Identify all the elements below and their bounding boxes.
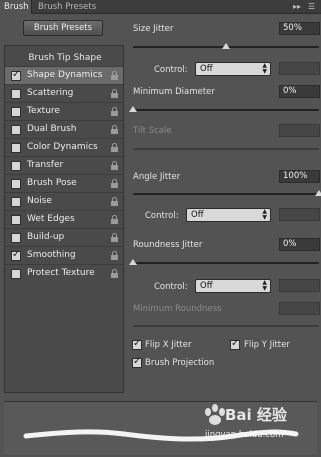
option-checkbox[interactable] [11, 107, 21, 117]
option-label: Shape Dynamics [27, 70, 103, 80]
option-label: Wet Edges [27, 214, 75, 224]
option-transfer[interactable]: Transfer [5, 156, 123, 174]
option-checkbox[interactable] [11, 197, 21, 207]
select-arrows-icon: ▲ ▼ [262, 62, 267, 75]
option-brush-pose[interactable]: Brush Pose [5, 174, 123, 192]
brush-options-list: Brush Tip Shape Shape Dynamics Scattering… [4, 45, 124, 393]
roundness-jitter-value[interactable]: 0% [279, 238, 320, 251]
control-select-1[interactable]: Off ▲ ▼ [195, 62, 271, 76]
option-label: Noise [27, 196, 52, 206]
lock-icon[interactable] [111, 197, 118, 206]
tilt-scale-slider-track [133, 148, 319, 150]
minimum-roundness-label: Minimum Roundness [133, 304, 222, 314]
control-2-empty-field [279, 208, 320, 221]
control-3-empty-field [279, 279, 320, 292]
minimum-diameter-value[interactable]: 0% [279, 85, 320, 98]
option-checkbox[interactable] [11, 89, 21, 99]
size-jitter-value[interactable]: 50% [279, 22, 320, 35]
roundness-jitter-label: Roundness Jitter [133, 240, 203, 250]
flip-y-jitter-checkbox[interactable] [230, 338, 240, 350]
flip-x-jitter-checkbox[interactable] [132, 338, 142, 350]
option-protect-texture[interactable]: Protect Texture [5, 264, 123, 282]
brush-tip-shape-item[interactable]: Brush Tip Shape [11, 50, 119, 66]
option-build-up[interactable]: Build-up [5, 228, 123, 246]
control-label-2: Control: [145, 211, 179, 221]
minimum-roundness-field [279, 302, 320, 315]
lock-icon[interactable] [111, 107, 118, 116]
lock-icon[interactable] [111, 233, 118, 242]
option-texture[interactable]: Texture [5, 102, 123, 120]
select-arrows-icon: ▲ ▼ [262, 279, 267, 292]
brush-presets-button[interactable]: Brush Presets [23, 20, 103, 36]
angle-jitter-value[interactable]: 100% [279, 170, 320, 183]
option-wet-edges[interactable]: Wet Edges [5, 210, 123, 228]
watermark-brand: Bai 经验 [225, 406, 287, 424]
option-label: Brush Pose [27, 178, 77, 188]
tab-brush[interactable]: Brush [0, 0, 32, 14]
option-checkbox[interactable] [11, 215, 21, 225]
control-select-2[interactable]: Off ▲ ▼ [186, 208, 271, 222]
control-label-1: Control: [154, 65, 188, 75]
lock-icon[interactable] [111, 161, 118, 170]
panel-tab-bar: Brush Brush Presets ▸▸ ☰ [0, 0, 321, 14]
flip-y-jitter-label: Flip Y Jitter [244, 340, 290, 350]
lock-icon[interactable] [111, 71, 118, 80]
option-checkbox[interactable] [11, 143, 21, 153]
option-color-dynamics[interactable]: Color Dynamics [5, 138, 123, 156]
brush-projection-checkbox[interactable] [132, 356, 142, 368]
control-label-3: Control: [154, 282, 188, 292]
option-checkbox[interactable] [11, 69, 21, 81]
panel-menu-icon[interactable]: ☰ [308, 0, 315, 14]
collapse-arrows-icon[interactable]: ▸▸ [293, 0, 301, 14]
lock-icon[interactable] [111, 251, 118, 260]
select-arrows-icon: ▲ ▼ [262, 208, 267, 221]
tilt-scale-label: Tilt Scale [133, 126, 172, 136]
minimum-diameter-slider-thumb[interactable] [129, 106, 137, 112]
roundness-jitter-slider-track[interactable] [133, 262, 319, 264]
lock-icon[interactable] [111, 89, 118, 98]
option-dual-brush[interactable]: Dual Brush [5, 120, 123, 138]
angle-jitter-slider-track[interactable] [133, 193, 319, 195]
option-smoothing[interactable]: Smoothing [5, 246, 123, 264]
brush-projection-label: Brush Projection [145, 358, 215, 368]
minimum-diameter-slider-track[interactable] [133, 109, 319, 111]
option-checkbox[interactable] [11, 269, 21, 279]
control-select-3[interactable]: Off ▲ ▼ [195, 279, 271, 293]
flip-x-jitter-label: Flip X Jitter [145, 340, 192, 350]
angle-jitter-label: Angle Jitter [133, 172, 181, 182]
angle-jitter-slider-thumb[interactable] [315, 190, 321, 196]
control-1-empty-field [279, 62, 320, 75]
option-label: Texture [27, 106, 60, 116]
option-label: Color Dynamics [27, 142, 98, 152]
lock-icon[interactable] [111, 179, 118, 188]
option-checkbox[interactable] [11, 161, 21, 171]
option-label: Smoothing [27, 250, 76, 260]
size-jitter-label: Size Jitter [133, 24, 174, 34]
option-label: Build-up [27, 232, 65, 242]
lock-icon[interactable] [111, 215, 118, 224]
option-label: Scattering [27, 88, 74, 98]
minimum-diameter-label: Minimum Diameter [133, 87, 215, 97]
option-label: Transfer [27, 160, 64, 170]
option-scattering[interactable]: Scattering [5, 84, 123, 102]
option-checkbox[interactable] [11, 249, 21, 261]
watermark-url: jingyan.baidu.com [205, 430, 284, 440]
lock-icon[interactable] [111, 143, 118, 152]
tab-brush-presets[interactable]: Brush Presets [34, 0, 100, 14]
size-jitter-slider-thumb[interactable] [222, 43, 230, 49]
option-checkbox[interactable] [11, 125, 21, 135]
option-noise[interactable]: Noise [5, 192, 123, 210]
option-checkbox[interactable] [11, 233, 21, 243]
option-checkbox[interactable] [11, 179, 21, 189]
tilt-scale-field [279, 124, 320, 137]
option-label: Dual Brush [27, 124, 77, 134]
minimum-roundness-slider-track [133, 325, 319, 327]
option-shape-dynamics[interactable]: Shape Dynamics [5, 66, 123, 84]
roundness-jitter-slider-thumb[interactable] [129, 259, 137, 265]
lock-icon[interactable] [111, 269, 118, 278]
option-label: Protect Texture [27, 268, 95, 278]
lock-icon[interactable] [111, 125, 118, 134]
